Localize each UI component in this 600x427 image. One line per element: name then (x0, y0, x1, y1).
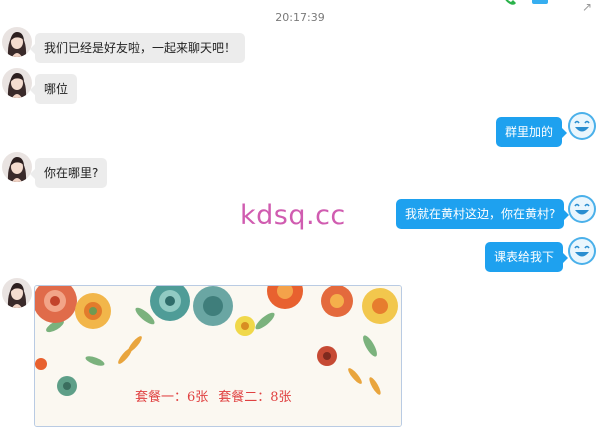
self-avatar-smiley-icon[interactable] (567, 194, 597, 224)
message-bubble-incoming[interactable]: 你在哪里? (29, 158, 108, 188)
video-camera-icon[interactable] (532, 0, 548, 4)
package-text: 套餐一：6张 套餐二：8张 (135, 386, 292, 405)
contact-avatar[interactable] (2, 27, 32, 57)
self-avatar-smiley-icon[interactable] (567, 236, 597, 266)
package-two-text: 套餐二：8张 (218, 390, 292, 405)
contact-avatar[interactable] (2, 278, 32, 308)
message-bubble-incoming[interactable]: 哪位 (29, 74, 78, 104)
image-message[interactable]: 套餐一：6张 套餐二：8张 (34, 285, 402, 427)
package-one-text: 套餐一：6张 (135, 390, 209, 405)
message-bubble-outgoing[interactable]: 群里加的 (496, 117, 568, 147)
message-bubble-incoming[interactable]: 我们已经是好友啦，一起来聊天吧！ (29, 33, 246, 63)
chat-toolbar: ↗ (500, 0, 600, 14)
phone-icon[interactable] (502, 0, 518, 6)
contact-avatar[interactable] (2, 152, 32, 182)
message-bubble-outgoing[interactable]: 我就在黄村这边，你在黄村? (396, 199, 570, 229)
floral-decoration (35, 286, 401, 426)
message-timestamp: 20:17:39 (275, 11, 325, 24)
contact-avatar[interactable] (2, 68, 32, 98)
message-bubble-outgoing[interactable]: 课表给我下 (485, 242, 569, 272)
self-avatar-smiley-icon[interactable] (567, 111, 597, 141)
watermark-text: kdsq.cc (240, 200, 346, 231)
